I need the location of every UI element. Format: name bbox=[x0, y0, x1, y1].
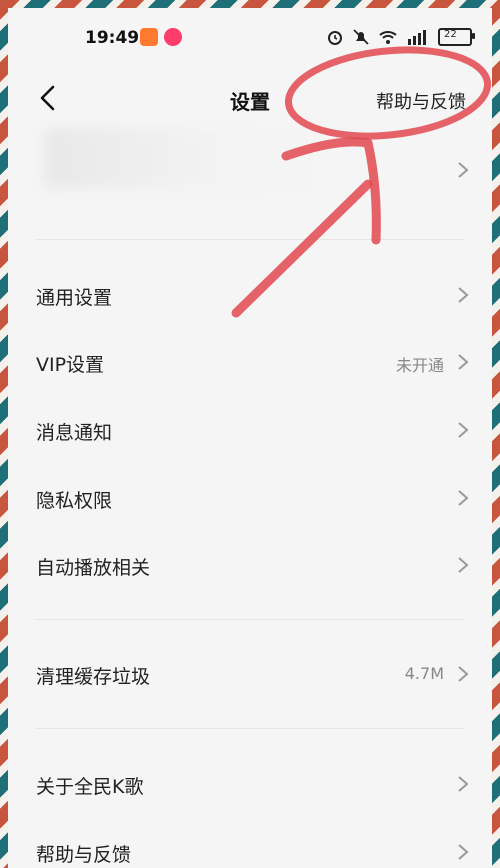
row-label: 消息通知 bbox=[36, 422, 113, 444]
mute-icon bbox=[353, 29, 369, 45]
row-label: 关于全民K歌 bbox=[36, 776, 144, 798]
system-icons: 22 bbox=[326, 28, 475, 46]
row-label: 隐私权限 bbox=[36, 490, 113, 512]
row-label: VIP设置 bbox=[36, 354, 105, 376]
section-divider bbox=[36, 619, 464, 620]
help-feedback-link[interactable]: 帮助与反馈 bbox=[376, 88, 466, 114]
status-time: 19:49 bbox=[85, 28, 140, 48]
row-notifications[interactable]: 消息通知 bbox=[8, 398, 492, 464]
row-general-settings[interactable]: 通用设置 bbox=[8, 263, 492, 329]
row-label: 通用设置 bbox=[36, 287, 113, 309]
row-label: 帮助与反馈 bbox=[36, 844, 132, 866]
alarm-icon bbox=[328, 31, 342, 45]
chevron-right-icon bbox=[458, 844, 469, 860]
account-row[interactable] bbox=[8, 138, 492, 204]
row-autoplay[interactable]: 自动播放相关 bbox=[8, 533, 492, 599]
row-clear-cache[interactable]: 清理缓存垃圾 4.7M bbox=[8, 642, 492, 708]
chevron-right-icon bbox=[458, 666, 469, 682]
row-about[interactable]: 关于全民K歌 bbox=[8, 752, 492, 818]
chevron-right-icon bbox=[458, 354, 469, 370]
row-vip-settings[interactable]: VIP设置 未开通 bbox=[8, 330, 492, 396]
row-privacy[interactable]: 隐私权限 bbox=[8, 466, 492, 532]
battery-level: 22 bbox=[444, 29, 457, 40]
chevron-right-icon bbox=[458, 422, 469, 438]
app-notification-icon bbox=[140, 28, 158, 46]
chevron-right-icon bbox=[458, 557, 469, 573]
section-divider bbox=[36, 239, 464, 240]
chevron-right-icon bbox=[458, 776, 469, 792]
vip-status: 未开通 bbox=[395, 356, 444, 375]
cache-size: 4.7M bbox=[404, 664, 444, 683]
row-label: 自动播放相关 bbox=[36, 557, 151, 579]
app-notification-icon-2 bbox=[164, 28, 182, 46]
wifi-icon bbox=[379, 31, 397, 44]
battery-icon: 22 bbox=[438, 28, 475, 46]
signal-icon bbox=[408, 30, 426, 45]
section-divider bbox=[36, 728, 464, 729]
top-nav-bar: 设置 帮助与反馈 bbox=[8, 68, 492, 128]
chevron-right-icon bbox=[458, 490, 469, 506]
row-help-feedback[interactable]: 帮助与反馈 bbox=[8, 820, 492, 868]
chevron-right-icon bbox=[458, 287, 469, 303]
chevron-right-icon bbox=[458, 162, 469, 178]
status-bar: 19:49 22 bbox=[8, 8, 492, 52]
row-label: 清理缓存垃圾 bbox=[36, 666, 151, 688]
settings-screen: 19:49 22 设置 帮助与反馈 通用设置 VIP设置 未开通 消息通知 隐私… bbox=[8, 8, 492, 868]
